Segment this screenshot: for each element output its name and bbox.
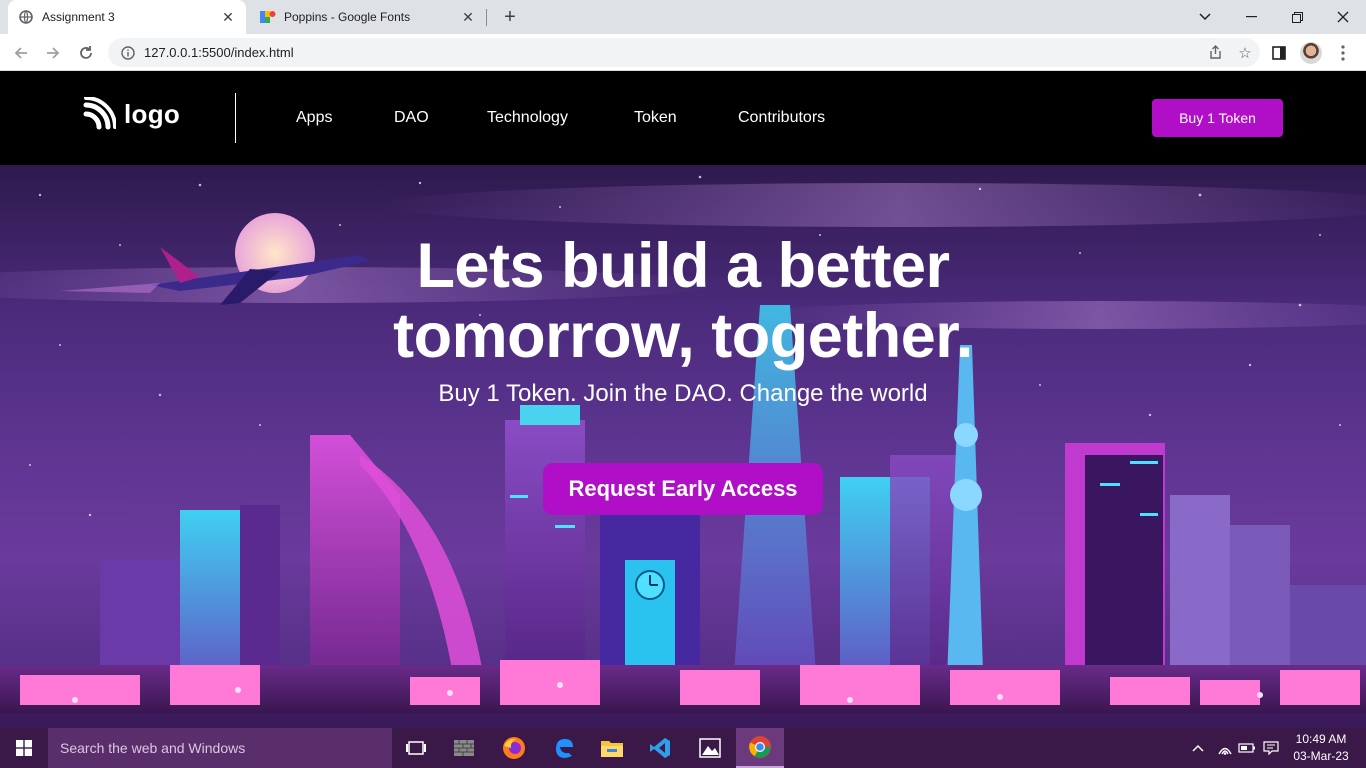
close-window-icon[interactable] — [1320, 0, 1366, 34]
taskbar-search-input[interactable]: Search the web and Windows — [48, 728, 392, 768]
globe-icon — [18, 9, 34, 25]
request-early-access-button[interactable]: Request Early Access — [543, 463, 823, 515]
minimize-icon[interactable] — [1228, 0, 1274, 34]
share-icon[interactable] — [1200, 45, 1230, 60]
tab-assignment-3[interactable]: Assignment 3 ✕ — [8, 0, 246, 34]
windows-start-icon[interactable] — [0, 728, 48, 768]
google-fonts-icon — [260, 9, 276, 25]
firefox-icon[interactable] — [490, 728, 538, 768]
url-text: 127.0.0.1:5500/index.html — [144, 45, 294, 60]
nav-link-contributors[interactable]: Contributors — [738, 109, 825, 127]
bookmark-star-icon[interactable]: ☆ — [1230, 44, 1260, 62]
browser-tab-strip: Assignment 3 ✕ Poppins - Google Fonts ✕ … — [0, 0, 1366, 34]
edge-icon[interactable] — [540, 728, 588, 768]
chrome-icon[interactable] — [736, 728, 784, 768]
new-tab-icon[interactable]: + — [498, 5, 522, 29]
file-explorer-icon[interactable] — [588, 728, 636, 768]
tab-search-icon[interactable] — [1182, 0, 1228, 34]
address-bar[interactable]: 127.0.0.1:5500/index.html ☆ — [108, 38, 1260, 67]
taskbar-clock[interactable]: 10:49 AM 03-Mar-23 — [1286, 731, 1356, 765]
tab-separator — [486, 9, 487, 26]
nav-link-apps[interactable]: Apps — [296, 109, 332, 127]
nav-link-technology[interactable]: Technology — [487, 109, 568, 127]
clock-date: 03-Mar-23 — [1293, 749, 1349, 763]
hero-subtitle: Buy 1 Token. Join the DAO. Change the wo… — [438, 380, 928, 407]
hero-section: Lets build a better tomorrow, together. … — [0, 165, 1366, 728]
tab-title: Assignment 3 — [42, 10, 115, 24]
profile-avatar[interactable] — [1300, 42, 1322, 64]
tab-title: Poppins - Google Fonts — [284, 10, 411, 24]
notifications-icon[interactable] — [1260, 728, 1282, 768]
nav-link-dao[interactable]: DAO — [394, 109, 429, 127]
side-panel-icon[interactable] — [1266, 40, 1292, 66]
hero-title: Lets build a better tomorrow, together. — [393, 231, 973, 371]
rss-logo-icon — [83, 97, 116, 130]
buy-token-button[interactable]: Buy 1 Token — [1152, 99, 1283, 137]
tab-close-icon[interactable]: ✕ — [220, 9, 236, 25]
site-header: logo Apps DAO Technology Token Contribut… — [0, 71, 1366, 165]
nav-link-token[interactable]: Token — [634, 109, 677, 127]
vscode-icon[interactable] — [636, 728, 684, 768]
windows-taskbar: Search the web and Windows 10:49 AM 03-M… — [0, 728, 1366, 768]
back-icon[interactable] — [8, 40, 34, 66]
firewall-icon[interactable] — [440, 728, 488, 768]
clock-time: 10:49 AM — [1295, 732, 1347, 746]
reload-icon[interactable] — [73, 40, 99, 66]
tab-poppins-google-fonts[interactable]: Poppins - Google Fonts ✕ — [250, 0, 486, 34]
battery-icon[interactable] — [1236, 728, 1258, 768]
nav-divider — [235, 93, 236, 143]
task-view-icon[interactable] — [392, 728, 440, 768]
logo-text: logo — [124, 98, 181, 129]
photos-icon[interactable] — [686, 728, 734, 768]
menu-kebab-icon[interactable] — [1330, 40, 1356, 66]
restore-icon[interactable] — [1274, 0, 1320, 34]
site-logo[interactable]: logo — [82, 97, 180, 131]
tab-close-icon[interactable]: ✕ — [460, 9, 476, 25]
wifi-icon[interactable] — [1214, 728, 1236, 768]
chevron-up-icon[interactable] — [1188, 728, 1208, 768]
browser-toolbar: 127.0.0.1:5500/index.html ☆ — [0, 34, 1366, 71]
site-info-icon[interactable] — [120, 45, 136, 61]
forward-icon[interactable] — [40, 40, 66, 66]
